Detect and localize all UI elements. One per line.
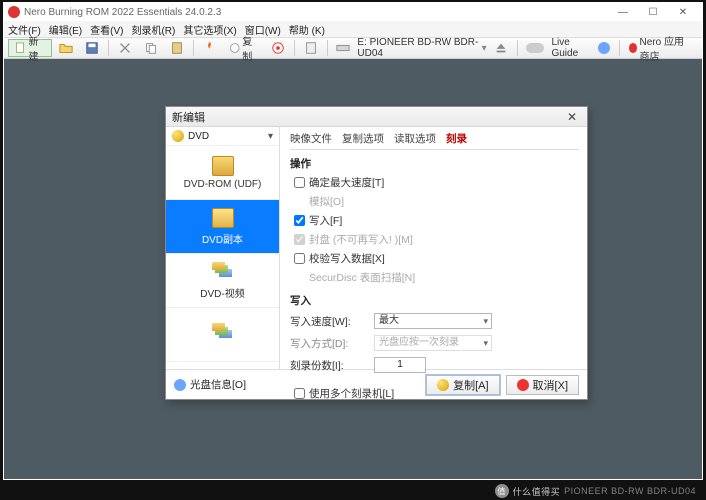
maximize-button[interactable]: ☐ (638, 4, 668, 20)
cut-button[interactable] (113, 39, 137, 57)
disc-icon-small (437, 379, 449, 391)
dvd-video-icon (212, 262, 234, 282)
clipboard-icon (170, 41, 184, 55)
checkbox-max-speed[interactable] (294, 177, 305, 188)
calculator-icon (304, 41, 318, 55)
scissors-icon (118, 41, 132, 55)
watermark-badge-icon: 值 (495, 484, 509, 498)
eject-icon (494, 41, 508, 55)
nero-store-button[interactable]: Nero 应用商店 (624, 39, 698, 57)
toolbar: 新建 复制 E: PIONEER BD-RW BDR-UD04 ▾ Live G… (4, 37, 702, 59)
app-icon (8, 6, 20, 18)
disc-copy-icon (229, 41, 241, 55)
checkbox-verify[interactable] (294, 253, 305, 264)
recorder-device-button[interactable] (331, 39, 355, 57)
minimize-button[interactable]: — (608, 4, 638, 20)
toggle-icon (526, 43, 544, 53)
info-icon (598, 42, 610, 54)
nero-icon (629, 43, 637, 53)
select-write-speed[interactable]: 最大 (374, 313, 492, 329)
tab-copy-opts[interactable]: 复制选项 (342, 131, 384, 146)
disc-info-button[interactable]: 光盘信息[O] (190, 377, 246, 392)
input-copies[interactable]: 1 (374, 357, 426, 373)
paste-button[interactable] (165, 39, 189, 57)
open-button[interactable] (54, 39, 78, 57)
new-compilation-dialog: 新编辑 ✕ DVD ▾ DVD-ROM (UDF) DVD副本 ▶ (165, 106, 588, 400)
eject-button[interactable] (489, 39, 513, 57)
section-action-title: 操作 (290, 156, 579, 171)
folder-icon (59, 41, 73, 55)
opt-securdisc: SecurDisc 表面扫描[N] (294, 270, 579, 285)
dvd-rom-udf-icon (212, 156, 234, 176)
recorder-device-label: E: PIONEER BD-RW BDR-UD04 (357, 37, 479, 59)
opt-write[interactable]: 写入[F] (294, 213, 579, 228)
dialog-tabs: 映像文件 复制选项 读取选项 刻录 (290, 131, 579, 150)
disc-icon (172, 130, 184, 142)
checkbox-write[interactable] (294, 215, 305, 226)
flame-icon (203, 41, 217, 55)
disc-type-selector[interactable]: DVD ▾ (166, 127, 279, 146)
copy-icon (144, 41, 158, 55)
menu-help[interactable]: 帮助 (K) (289, 22, 325, 37)
tab-burn[interactable]: 刻录 (446, 131, 467, 146)
save-button[interactable] (80, 39, 104, 57)
new-button[interactable]: 新建 (8, 39, 52, 57)
dialog-sidebar: DVD ▾ DVD-ROM (UDF) DVD副本 ▶ DVD-视频 (166, 127, 280, 369)
close-window-button[interactable]: ✕ (668, 4, 698, 20)
calc-button[interactable] (299, 39, 323, 57)
info-button[interactable] (593, 39, 615, 57)
tab-read-opts[interactable]: 读取选项 (394, 131, 436, 146)
opt-close-disc: 封盘 (不可再写入! )[M] (294, 232, 579, 247)
dialog-main: 映像文件 复制选项 读取选项 刻录 操作 确定最大速度[T] 模拟[O] 写入[… (280, 127, 587, 369)
lbl-copies: 刻录份数[I]: (290, 358, 374, 373)
copy-button-dialog[interactable]: 复制[A] (426, 375, 499, 395)
live-guide-toggle[interactable] (521, 39, 549, 57)
project-next[interactable] (166, 308, 279, 362)
opt-simulate: 模拟[O] (294, 194, 579, 209)
project-type-list[interactable]: DVD-ROM (UDF) DVD副本 ▶ DVD-视频 (166, 146, 279, 369)
cancel-button[interactable]: 取消[X] (506, 375, 579, 395)
project-next-icon (212, 323, 234, 343)
section-write-title: 写入 (290, 293, 579, 308)
select-write-method: 光盘应按一次刻录 (374, 335, 492, 351)
watermark: 值 什么值得买 PIONEER BD-RW BDR-UD04 (495, 484, 696, 498)
file-icon (15, 41, 27, 55)
project-dvd-video[interactable]: DVD-视频 (166, 254, 279, 308)
cancel-icon (517, 379, 529, 391)
dialog-title: 新编辑 (172, 109, 205, 125)
lbl-write-method: 写入方式[D]: (290, 336, 374, 351)
lbl-write-speed: 写入速度[W]: (290, 314, 374, 329)
image-recorder-button[interactable] (266, 39, 290, 57)
menu-burner[interactable]: 刻录机(R) (131, 22, 175, 37)
project-dvd-copy[interactable]: DVD副本 ▶ (166, 200, 279, 254)
app-titlebar: Nero Burning ROM 2022 Essentials 24.0.2.… (4, 3, 702, 21)
copy-button[interactable] (139, 39, 163, 57)
menu-bar: 文件(F) 编辑(E) 查看(V) 刻录机(R) 其它选项(X) 窗口(W) 帮… (4, 21, 702, 37)
burn-button[interactable] (198, 39, 222, 57)
opt-max-speed[interactable]: 确定最大速度[T] (294, 175, 579, 190)
menu-view[interactable]: 查看(V) (90, 22, 123, 37)
target-icon (271, 41, 285, 55)
disc-info-icon (174, 379, 186, 391)
menu-edit[interactable]: 编辑(E) (49, 22, 82, 37)
drive-icon (336, 41, 350, 55)
save-icon (85, 41, 99, 55)
project-dvd-rom-udf[interactable]: DVD-ROM (UDF) (166, 146, 279, 200)
tab-image[interactable]: 映像文件 (290, 131, 332, 146)
dialog-close-button[interactable]: ✕ (563, 109, 581, 125)
app-title: Nero Burning ROM 2022 Essentials 24.0.2.… (24, 7, 221, 18)
opt-verify[interactable]: 校验写入数据[X] (294, 251, 579, 266)
disc-type-label: DVD (188, 131, 209, 142)
live-guide-label: Live Guide (551, 37, 591, 59)
dialog-titlebar[interactable]: 新编辑 ✕ (166, 107, 587, 127)
menu-extras[interactable]: 其它选项(X) (183, 22, 236, 37)
copy-disc-button[interactable]: 复制 (224, 39, 264, 57)
checkbox-close-disc (294, 234, 305, 245)
dvd-copy-icon (212, 208, 234, 228)
